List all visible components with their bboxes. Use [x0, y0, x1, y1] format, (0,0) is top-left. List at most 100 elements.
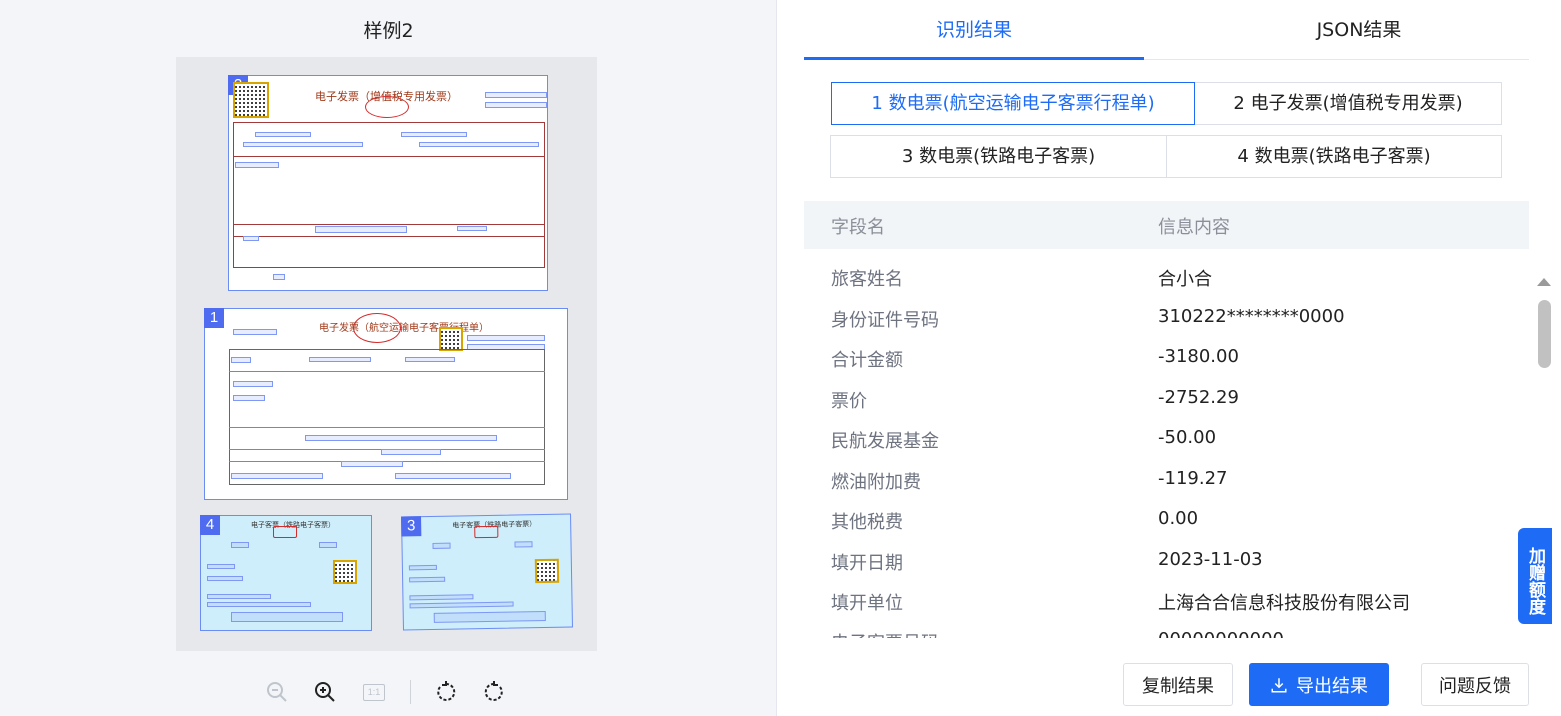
header-field-name: 字段名: [831, 217, 885, 238]
text-box: [514, 541, 533, 548]
field-value: 上海合合信息科技股份有限公司: [1158, 593, 1410, 614]
field-name: 票价: [831, 391, 867, 412]
text-box: [255, 132, 311, 137]
text-box: [207, 594, 271, 599]
text-box: [409, 594, 474, 601]
text-box: [309, 357, 371, 362]
field-value: -3180.00: [1158, 346, 1239, 367]
result-tabs: 识别结果 JSON结果: [804, 0, 1529, 60]
tab-json-result[interactable]: JSON结果: [1189, 0, 1529, 60]
divider: [229, 427, 545, 428]
active-tab-indicator: [804, 57, 1144, 60]
field-name: 合计金额: [831, 350, 903, 371]
red-seal-stamp: [474, 525, 499, 539]
text-box: [401, 132, 467, 137]
sample-title: 样例2: [363, 20, 414, 42]
divider: [233, 224, 545, 225]
copy-result-button[interactable]: 复制结果: [1123, 663, 1233, 706]
doc-tab-4[interactable]: 4 数电票(铁路电子客票): [1166, 135, 1502, 178]
field-value: -50.00: [1158, 427, 1217, 448]
rotate-left-icon[interactable]: [431, 676, 461, 708]
field-value: 合小合: [1158, 269, 1212, 290]
download-icon: [1271, 677, 1287, 692]
table-row: 民航发展基金 -50.00: [804, 418, 1529, 458]
feedback-button[interactable]: 问题反馈: [1421, 663, 1529, 706]
scroll-up-arrow[interactable]: [1537, 278, 1551, 286]
divider: [229, 371, 545, 372]
text-box: [341, 461, 403, 467]
document-number-badge: 3: [401, 516, 422, 537]
text-box: [319, 542, 337, 548]
text-box: [408, 564, 437, 571]
zoom-out-icon[interactable]: [262, 676, 292, 708]
text-box: [419, 142, 539, 147]
qr-code-image: [439, 327, 463, 351]
field-value: 00000000000: [1158, 629, 1284, 638]
document-4[interactable]: 4 电子客票（铁路电子客票）: [200, 515, 372, 631]
text-box: [485, 102, 547, 108]
text-box: [381, 449, 441, 455]
document-heading: 电子发票（航空运输电子客票行程单）: [319, 323, 489, 334]
table-row: 票价 -2752.29: [804, 378, 1529, 418]
actual-size-icon[interactable]: 1:1: [359, 676, 389, 708]
qr-code-image: [534, 558, 560, 584]
text-box: [243, 142, 363, 147]
field-value: 0.00: [1158, 508, 1199, 529]
tab-recognition-result[interactable]: 识别结果: [804, 0, 1144, 60]
doc-tab-3[interactable]: 3 数电票(铁路电子客票): [830, 135, 1167, 178]
export-result-label: 导出结果: [1296, 675, 1368, 697]
field-name: 其他税费: [831, 512, 903, 533]
text-box: [433, 610, 546, 623]
red-seal-stamp: [353, 313, 401, 343]
table-row: 电子客票号码 00000000000: [804, 620, 1529, 638]
text-box: [207, 576, 243, 581]
text-box: [233, 329, 277, 335]
doc-tab-1[interactable]: 1 数电票(航空运输电子客票行程单): [831, 82, 1195, 125]
field-value: -2752.29: [1158, 387, 1239, 408]
text-box: [231, 357, 251, 363]
table-row: 合计金额 -3180.00: [804, 337, 1529, 377]
document-1[interactable]: 1 电子发票（航空运输电子客票行程单）: [204, 308, 568, 500]
field-name: 旅客姓名: [831, 269, 903, 290]
preview-toolbar: 1:1: [0, 676, 777, 710]
results-panel: 识别结果 JSON结果 1 数电票(航空运输电子客票行程单) 2 电子发票(增值…: [778, 0, 1561, 716]
text-box: [243, 236, 259, 241]
text-box: [231, 612, 343, 622]
table-row: 其他税费 0.00: [804, 499, 1529, 539]
text-box: [231, 542, 249, 548]
doc-tab-2[interactable]: 2 电子发票(增值税专用发票): [1194, 82, 1502, 125]
text-box: [231, 473, 323, 479]
text-box: [273, 274, 285, 280]
red-seal-stamp: [273, 526, 297, 538]
text-box: [233, 381, 273, 387]
document-3[interactable]: 3 电子客票（铁路电子客票）: [401, 513, 573, 631]
qr-code-image: [233, 82, 269, 118]
text-box: [315, 226, 407, 233]
export-result-button[interactable]: 导出结果: [1249, 663, 1389, 706]
field-name: 填开日期: [831, 553, 903, 574]
zoom-in-icon[interactable]: [310, 676, 340, 708]
text-box: [485, 92, 547, 98]
divider: [233, 156, 545, 157]
bonus-quota-badge[interactable]: 加赠额度: [1518, 528, 1552, 624]
text-box: [235, 162, 279, 168]
field-name: 燃油附加费: [831, 472, 921, 493]
field-name: 填开单位: [831, 593, 903, 614]
table-row: 身份证件号码 310222********0000: [804, 297, 1529, 337]
table-row: 燃油附加费 -119.27: [804, 459, 1529, 499]
document-2[interactable]: 2 电子发票（增值税专用发票）: [228, 75, 548, 291]
field-value: 310222********0000: [1158, 306, 1345, 327]
text-box: [409, 601, 514, 609]
field-name: 民航发展基金: [831, 431, 939, 452]
document-number-badge: 4: [200, 515, 220, 535]
text-box: [432, 542, 451, 549]
table-row: 填开单位 上海合合信息科技股份有限公司: [804, 580, 1529, 620]
result-table-body[interactable]: 旅客姓名 合小合 身份证件号码 310222********0000 合计金额 -31…: [804, 256, 1529, 638]
field-name: 电子客票号码: [831, 629, 939, 638]
document-canvas[interactable]: 2 电子发票（增值税专用发票） 1 电子发票（航空运输电子客票行程单）: [176, 57, 597, 651]
table-row: 填开日期 2023-11-03: [804, 540, 1529, 580]
text-box: [395, 473, 511, 479]
scrollbar-thumb[interactable]: [1538, 300, 1551, 368]
rotate-right-icon[interactable]: [479, 676, 509, 708]
red-seal-stamp: [365, 96, 409, 118]
